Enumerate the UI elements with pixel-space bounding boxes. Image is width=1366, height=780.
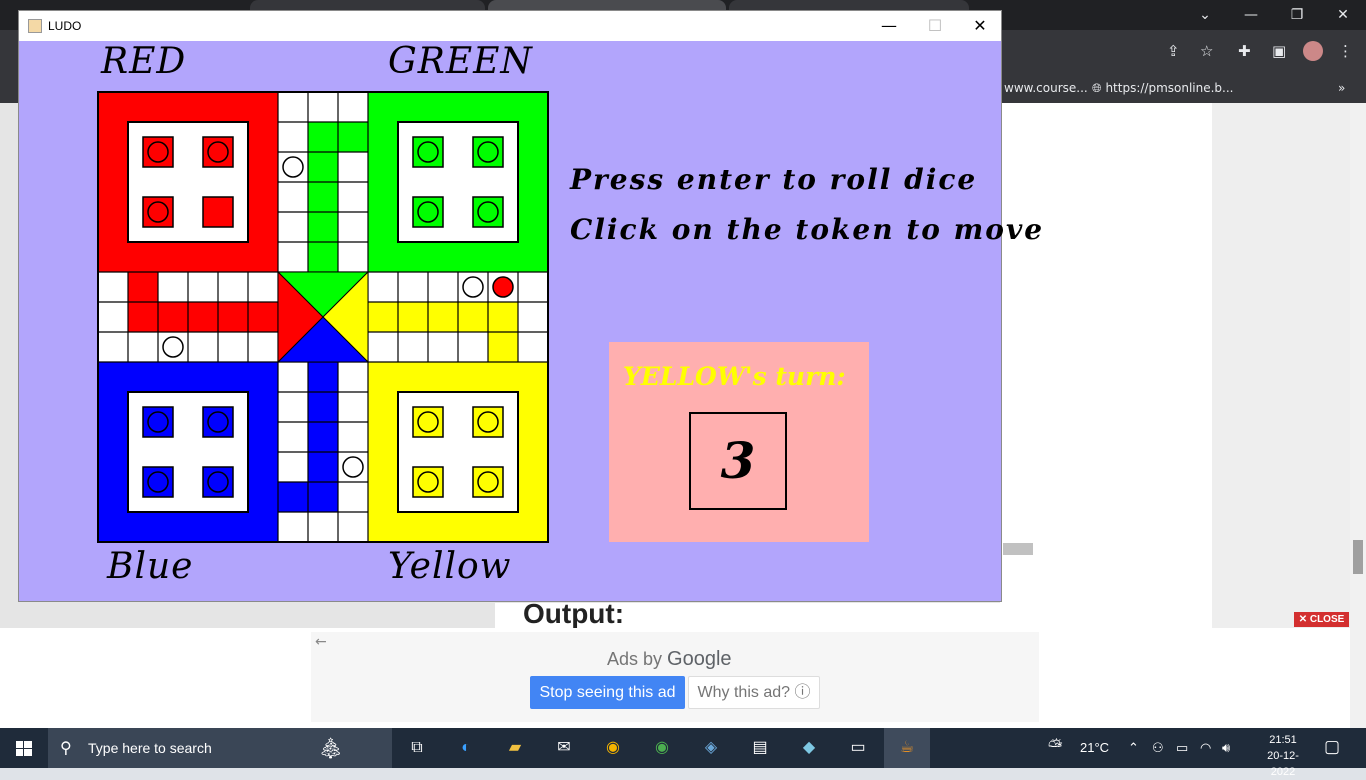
output-heading: Output: [523,598,625,629]
task-view-icon[interactable]: ⧉ [394,728,440,768]
instruction-move-token: Click on the token to move [570,213,1045,246]
back-arrow-icon[interactable]: ← [315,634,327,650]
chrome-profile-icon[interactable]: ◉ [639,728,685,768]
minimize-button[interactable]: — [866,11,912,41]
turn-label: YELLOW's turn: [623,362,846,391]
profile-avatar[interactable] [1303,41,1323,61]
blue-token-on-path[interactable] [162,336,184,358]
bookmark-item[interactable]: www.course... [1004,81,1088,95]
java-app-icon[interactable]: ☕︎ [884,728,930,768]
start-button[interactable] [0,728,48,768]
weather-icon[interactable]: ⛅︎ [1048,736,1062,757]
mysql-shell-icon[interactable]: ▤ [737,728,783,768]
browser-menu-icon[interactable]: ⋮ [1338,42,1353,60]
windows-logo-icon [16,741,32,756]
ludo-window: LUDO — ☐ ✕ RED GREEN Blue Yellow Press e… [18,10,1042,602]
volume-icon[interactable]: 🔊︎ [1222,740,1230,756]
search-icon: ⚲ [60,740,72,757]
chrome-icon[interactable]: ◉ [590,728,636,768]
blue-player-label: Blue [107,546,194,587]
why-this-ad-button[interactable]: Why this ad? ⓘ [688,676,820,709]
clock-time: 21:51 [1269,734,1297,746]
network-drive-icon[interactable]: ⚇ [1152,740,1164,756]
page-sidebar [1212,103,1350,628]
red-home [98,92,278,272]
center-finish [276,270,370,364]
battery-icon[interactable]: ▭ [1176,740,1188,756]
maximize-button[interactable]: ☐ [912,11,958,41]
green-home [368,92,548,272]
close-button[interactable]: ✕ [957,11,1003,41]
browser-close-button[interactable]: ✕ [1320,0,1366,30]
vertical-scrollbar[interactable] [1350,103,1366,728]
green-player-label: GREEN [388,41,533,82]
window-title: LUDO [48,19,82,33]
scrollbar-thumb[interactable] [1353,540,1363,574]
windows-taskbar: ⚲ Type here to search 🎄︎ ⧉ ◐ ▰ ✉ ◉ ◉ ◈ ▤… [0,728,1366,778]
ads-by-google: Ads by Google [607,648,732,670]
notes-app-icon[interactable]: ◆ [786,728,832,768]
close-ad-button[interactable]: ✕ CLOSE [1294,612,1349,627]
browser-restore-button[interactable]: ❐ [1274,0,1320,30]
java-app-icon [28,19,42,33]
bookmark-item[interactable]: 🌐︎ https://pmsonline.b... [1092,81,1234,96]
yellow-player-label: Yellow [388,546,512,587]
share-icon[interactable]: ⇪ [1167,42,1180,60]
browser-minimize-button[interactable]: — [1228,0,1274,30]
extensions-icon[interactable]: ✚ [1238,42,1251,60]
stop-seeing-ad-button[interactable]: Stop seeing this ad [530,676,685,709]
ludo-board[interactable] [97,91,549,543]
mail-icon[interactable]: ✉ [541,728,587,768]
horizontal-scrollbar[interactable] [1003,543,1033,555]
red-token-on-path[interactable] [342,456,364,478]
temperature[interactable]: 21°C [1080,740,1109,755]
terminal-icon[interactable]: ▭ [835,728,881,768]
dice-display[interactable]: 3 [689,412,787,510]
red-player-label: RED [101,41,187,82]
edge-browser-icon[interactable]: ◐ [443,728,489,768]
green-token-on-path[interactable] [282,156,304,178]
taskbar-clock[interactable]: 21:51 20-12-2022 [1258,732,1308,780]
search-placeholder: Type here to search [88,740,212,756]
yellow-home [368,362,548,542]
sidebar-icon[interactable]: ▣ [1272,42,1286,60]
mysql-workbench-icon[interactable]: ◈ [688,728,734,768]
blue-home [98,362,278,542]
more-bookmarks-icon[interactable]: » [1338,81,1345,95]
clock-date: 20-12-2022 [1267,750,1299,778]
notifications-icon[interactable]: ▢ [1324,737,1340,757]
red-token-on-path[interactable] [492,276,514,298]
bookmark-star-icon[interactable]: ☆ [1200,42,1213,60]
instruction-roll-dice: Press enter to roll dice [570,163,978,196]
show-hidden-icons[interactable]: ⌃ [1128,740,1139,756]
wifi-icon[interactable]: ◠ [1200,740,1211,756]
turn-panel: YELLOW's turn: 3 [609,342,869,542]
globe-icon: 🌐︎ [1092,81,1102,95]
file-explorer-icon[interactable]: ▰ [492,728,538,768]
search-highlight-icon[interactable]: 🎄︎ [318,736,343,761]
ludo-titlebar[interactable]: LUDO — ☐ ✕ [19,11,1001,41]
yellow-token-on-path[interactable] [462,276,484,298]
browser-tab-search-icon[interactable]: ⌄ [1182,0,1228,30]
